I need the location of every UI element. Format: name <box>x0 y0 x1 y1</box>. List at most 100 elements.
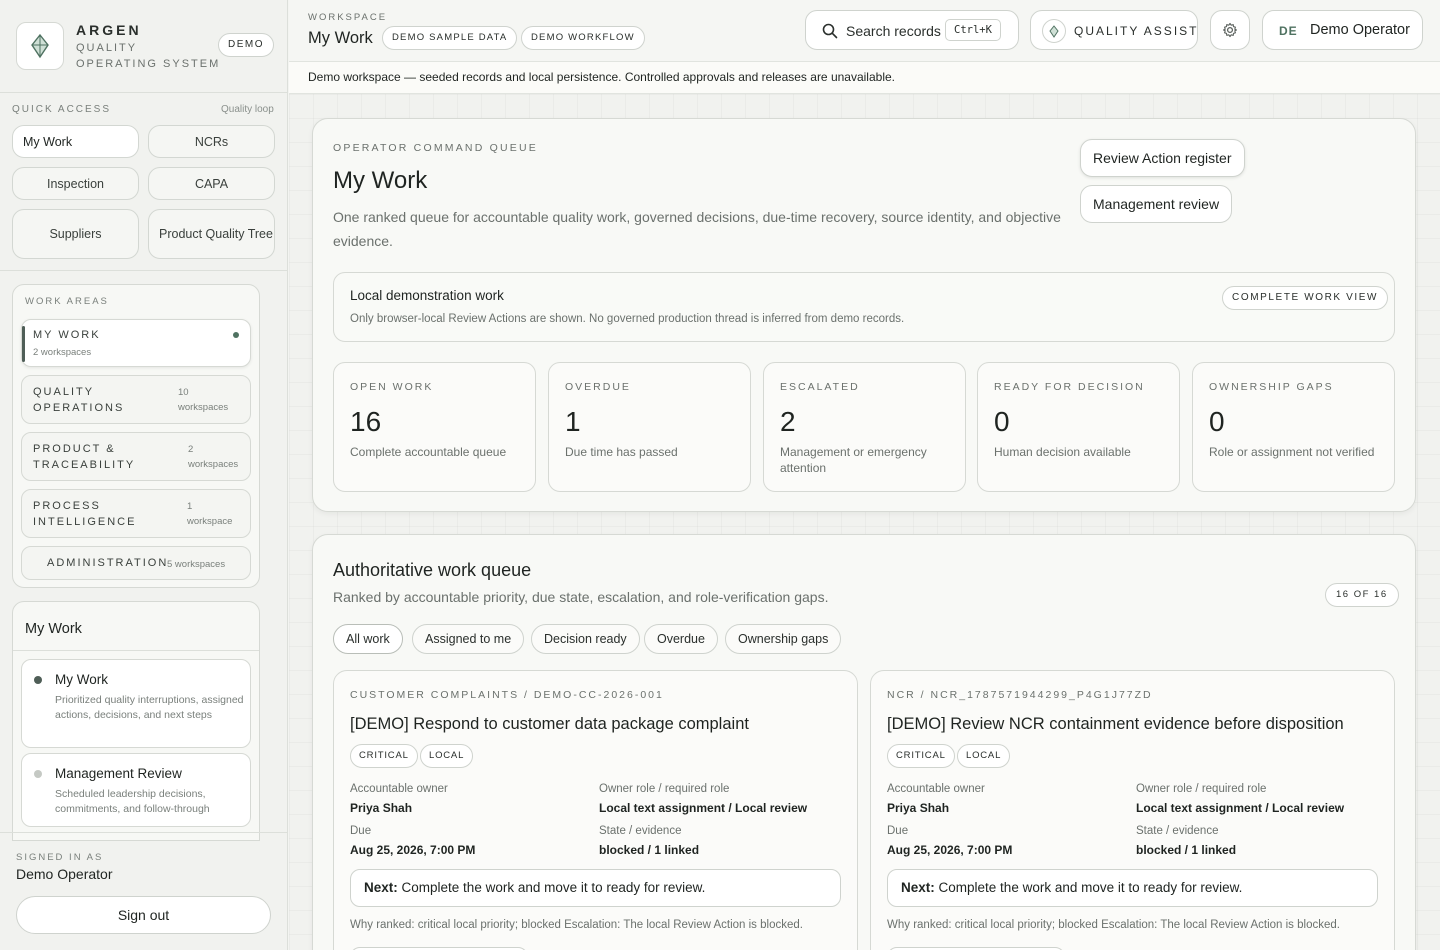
work-area-title: ADMINISTRATION <box>47 557 169 569</box>
settings-button[interactable] <box>1210 10 1250 50</box>
submenu-item-desc: Scheduled leadership decisions, commitme… <box>55 788 210 815</box>
quick-product-quality-tree[interactable]: Product Quality Tree <box>148 209 275 259</box>
work-area-my-work[interactable]: MY WORK 2 workspaces <box>21 319 251 367</box>
demo-badge: DEMO <box>218 33 274 57</box>
state-value: blocked / 1 linked <box>599 843 700 857</box>
section-title: My Work <box>333 167 428 194</box>
demo-workflow-badge: DEMO WORKFLOW <box>521 26 645 50</box>
workspace-label: WORKSPACE <box>308 12 388 23</box>
submenu-item-desc: Prioritized quality interruptions, assig… <box>55 694 244 721</box>
stat-label: OWNERSHIP GAPS <box>1209 381 1334 393</box>
scope-badge: LOCAL <box>957 744 1011 768</box>
submenu-item-my-work[interactable]: My Work Prioritized quality interruption… <box>21 659 251 748</box>
stat-value: 0 <box>994 406 1010 437</box>
stat-overdue[interactable]: OVERDUE 1 Due time has passed <box>548 362 751 492</box>
signed-in-label: SIGNED IN AS <box>16 852 104 863</box>
work-area-administration[interactable]: ADMINISTRATION 5 workspaces <box>21 546 251 580</box>
argen-logo-icon <box>16 22 64 70</box>
active-indicator <box>22 326 25 362</box>
work-area-title: MY WORK <box>33 329 101 341</box>
quick-my-work[interactable]: My Work <box>12 125 139 158</box>
submenu-title: My Work <box>25 621 82 637</box>
why-ranked: Why ranked: critical local priority; blo… <box>887 919 1340 931</box>
card-source: NCR / NCR_1787571944299_P4G1J77ZD <box>887 689 1153 701</box>
work-area-process-intelligence[interactable]: PROCESS INTELLIGENCE 1 workspace <box>21 489 251 538</box>
why-ranked: Why ranked: critical local priority; blo… <box>350 919 803 931</box>
submenu-item-management-review[interactable]: Management Review Scheduled leadership d… <box>21 753 251 827</box>
priority-badge: CRITICAL <box>887 744 955 768</box>
sidebar: ARGEN QUALITY OPERATING SYSTEM DEMO QUIC… <box>0 0 288 950</box>
stat-open-work[interactable]: OPEN WORK 16 Complete accountable queue <box>333 362 536 492</box>
due-label: Due <box>887 825 909 837</box>
work-area-quality-operations[interactable]: QUALITY OPERATIONS 10 workspaces <box>21 375 251 424</box>
card-title[interactable]: [DEMO] Review NCR containment evidence b… <box>887 715 1344 734</box>
search-icon <box>822 23 838 39</box>
stat-ownership-gaps[interactable]: OWNERSHIP GAPS 0 Role or assignment not … <box>1192 362 1395 492</box>
work-area-count: 2 workspaces <box>33 347 92 358</box>
queue-card[interactable]: CUSTOMER COMPLAINTS / DEMO-CC-2026-001 [… <box>333 670 858 950</box>
main-content: OPERATOR COMMAND QUEUE My Work One ranke… <box>289 94 1440 950</box>
management-review-button[interactable]: Management review <box>1080 185 1233 223</box>
scope-badge: LOCAL <box>420 744 474 768</box>
search-button[interactable]: Search records Ctrl+K <box>805 10 1019 50</box>
quick-access-hint: Quality loop <box>221 104 274 115</box>
stat-escalated[interactable]: ESCALATED 2 Management or emergency atte… <box>763 362 966 492</box>
work-area-title: PRODUCT & TRACEABILITY <box>33 443 136 471</box>
work-area-title: QUALITY OPERATIONS <box>33 386 125 414</box>
search-shortcut: Ctrl+K <box>945 19 1001 41</box>
quick-inspection[interactable]: Inspection <box>12 167 139 200</box>
owner-value: Priya Shah <box>350 801 413 815</box>
divider <box>0 92 288 93</box>
stat-hint: Human decision available <box>994 445 1131 459</box>
submenu-item-title: Management Review <box>55 766 182 781</box>
queue-description: Ranked by accountable priority, due stat… <box>333 589 829 605</box>
due-value: Aug 25, 2026, 7:00 PM <box>350 843 476 857</box>
brand-name: ARGEN <box>76 22 142 38</box>
quick-ncrs[interactable]: NCRs <box>148 125 275 158</box>
stat-label: ESCALATED <box>780 381 860 393</box>
page-title: My Work <box>308 29 373 47</box>
work-areas-label: WORK AREAS <box>25 296 109 307</box>
role-value: Local text assignment / Local review <box>1136 801 1345 815</box>
state-label: State / evidence <box>599 825 682 837</box>
role-value: Local text assignment / Local review <box>599 801 808 815</box>
stat-ready-for-decision[interactable]: READY FOR DECISION 0 Human decision avai… <box>977 362 1180 492</box>
owner-label: Accountable owner <box>350 783 448 795</box>
stat-hint: Complete accountable queue <box>350 445 507 459</box>
queue-title: Authoritative work queue <box>333 560 532 580</box>
complete-work-view-button[interactable]: COMPLETE WORK VIEW <box>1222 286 1389 310</box>
owner-value: Priya Shah <box>887 801 950 815</box>
quick-capa[interactable]: CAPA <box>148 167 275 200</box>
filter-overdue[interactable]: Overdue <box>644 624 718 654</box>
priority-badge: CRITICAL <box>350 744 418 768</box>
filter-decision-ready[interactable]: Decision ready <box>531 624 640 654</box>
gear-icon <box>1222 22 1238 38</box>
stat-hint: Due time has passed <box>565 445 678 459</box>
work-area-count: 5 workspaces <box>167 559 226 570</box>
card-title[interactable]: [DEMO] Respond to customer data package … <box>350 715 749 734</box>
queue-card[interactable]: NCR / NCR_1787571944299_P4G1J77ZD [DEMO]… <box>870 670 1395 950</box>
quick-access-label: QUICK ACCESS <box>12 104 112 115</box>
filter-all-work[interactable]: All work <box>333 624 403 654</box>
filter-ownership-gaps[interactable]: Ownership gaps <box>725 624 842 654</box>
next-step: Next: Complete the work and move it to r… <box>350 869 841 907</box>
quality-assist-button[interactable]: QUALITY ASSIST <box>1030 10 1198 50</box>
work-area-title: PROCESS INTELLIGENCE <box>33 500 137 528</box>
stat-hint: Management or emergency attention <box>780 445 927 475</box>
demo-banner: Demo workspace — seeded records and loca… <box>289 62 1440 94</box>
signed-in-name: Demo Operator <box>16 866 113 882</box>
user-name: Demo Operator <box>1310 22 1410 38</box>
review-action-register-button[interactable]: Review Action register <box>1080 139 1245 177</box>
stat-value: 0 <box>1209 406 1225 437</box>
stat-label: OVERDUE <box>565 381 631 393</box>
stat-hint: Role or assignment not verified <box>1209 445 1375 459</box>
stat-value: 16 <box>350 406 382 437</box>
sign-out-button[interactable]: Sign out <box>16 896 271 934</box>
user-menu-button[interactable]: DE Demo Operator <box>1262 10 1423 50</box>
workspace-submenu: My Work My Work Prioritized quality inte… <box>12 601 260 841</box>
filter-assigned-to-me[interactable]: Assigned to me <box>412 624 525 654</box>
top-bar: WORKSPACE My Work DEMO SAMPLE DATA DEMO … <box>289 0 1440 62</box>
work-area-product-traceability[interactable]: PRODUCT & TRACEABILITY 2 workspaces <box>21 432 251 481</box>
section-description: One ranked queue for accountable quality… <box>333 209 1061 249</box>
quick-suppliers[interactable]: Suppliers <box>12 209 139 259</box>
